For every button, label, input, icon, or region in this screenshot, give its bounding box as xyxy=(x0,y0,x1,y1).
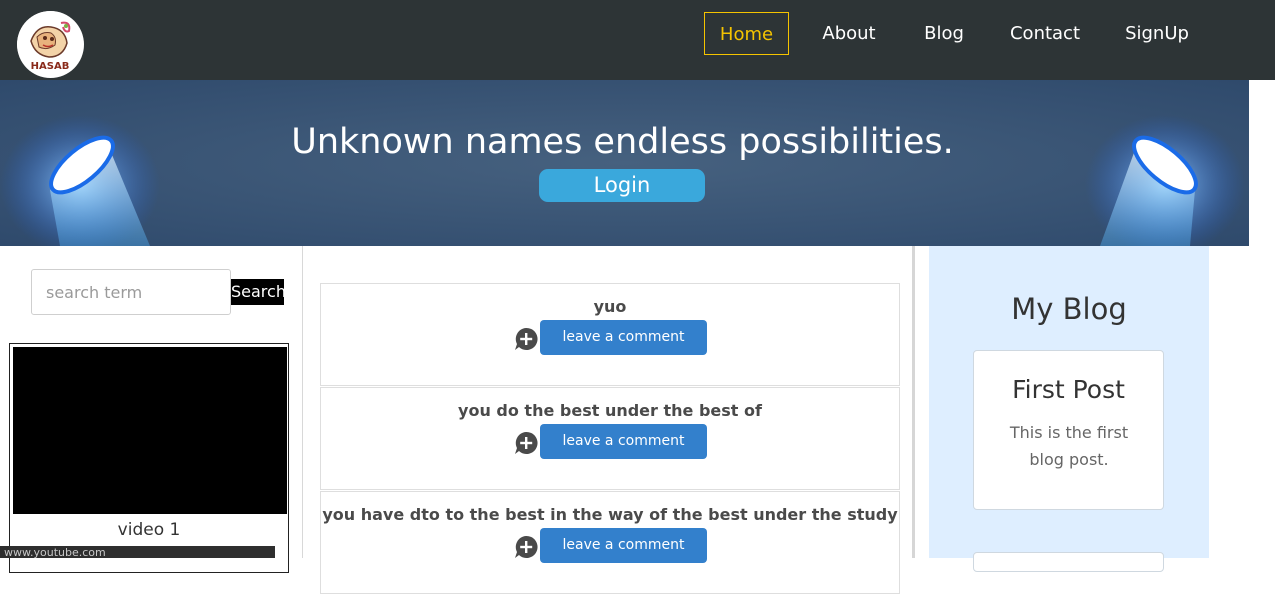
logo-icon[interactable]: HASAB xyxy=(17,11,84,78)
blog-post-card[interactable]: First Post This is the first blog post. xyxy=(973,350,1164,510)
navbar: HASAB Home About Blog Contact SignUp xyxy=(0,0,1275,80)
search-input[interactable] xyxy=(31,269,231,315)
status-bar-url: www.youtube.com xyxy=(0,546,275,558)
leave-comment-button[interactable]: leave a comment xyxy=(540,424,707,459)
nav-blog[interactable]: Blog xyxy=(916,12,972,55)
hero-banner: Unknown names endless possibilities. Log… xyxy=(0,80,1249,246)
hero-title: Unknown names endless possibilities. xyxy=(291,122,954,162)
sidebar-title: My Blog xyxy=(1011,292,1127,326)
post-card: you have dto to the best in the way of t… xyxy=(320,491,900,594)
login-button[interactable]: Login xyxy=(539,169,705,202)
hero-background xyxy=(0,80,1249,246)
video-card: video 1 xyxy=(9,343,289,573)
blog-post-title: First Post xyxy=(1012,375,1125,404)
blog-post-body: This is the first blog post. xyxy=(1009,423,1129,469)
blog-sidebar: My Blog First Post This is the first blo… xyxy=(929,246,1209,572)
search-button[interactable]: Search xyxy=(231,279,286,305)
video-player[interactable] xyxy=(13,347,287,514)
post-text: yuo xyxy=(593,297,627,316)
post-card: you do the best under the best of leave … xyxy=(320,387,900,490)
posts-column: yuo leave a comment you do the best unde… xyxy=(302,246,915,594)
blog-post-card-next[interactable] xyxy=(973,552,1164,572)
post-card: yuo leave a comment xyxy=(320,283,900,386)
leave-comment-button[interactable]: leave a comment xyxy=(540,320,707,355)
post-text: you have dto to the best in the way of t… xyxy=(322,505,898,524)
nav-home[interactable]: Home xyxy=(704,12,789,55)
post-text: you do the best under the best of xyxy=(458,401,762,420)
comment-add-icon[interactable] xyxy=(514,431,538,455)
video-caption: video 1 xyxy=(117,520,181,540)
nav-about[interactable]: About xyxy=(812,12,886,55)
logo-text: HASAB xyxy=(31,61,70,72)
comment-add-icon[interactable] xyxy=(514,535,538,559)
nav-signup[interactable]: SignUp xyxy=(1115,12,1199,55)
nav-contact[interactable]: Contact xyxy=(1003,12,1087,55)
comment-add-icon[interactable] xyxy=(514,327,538,351)
